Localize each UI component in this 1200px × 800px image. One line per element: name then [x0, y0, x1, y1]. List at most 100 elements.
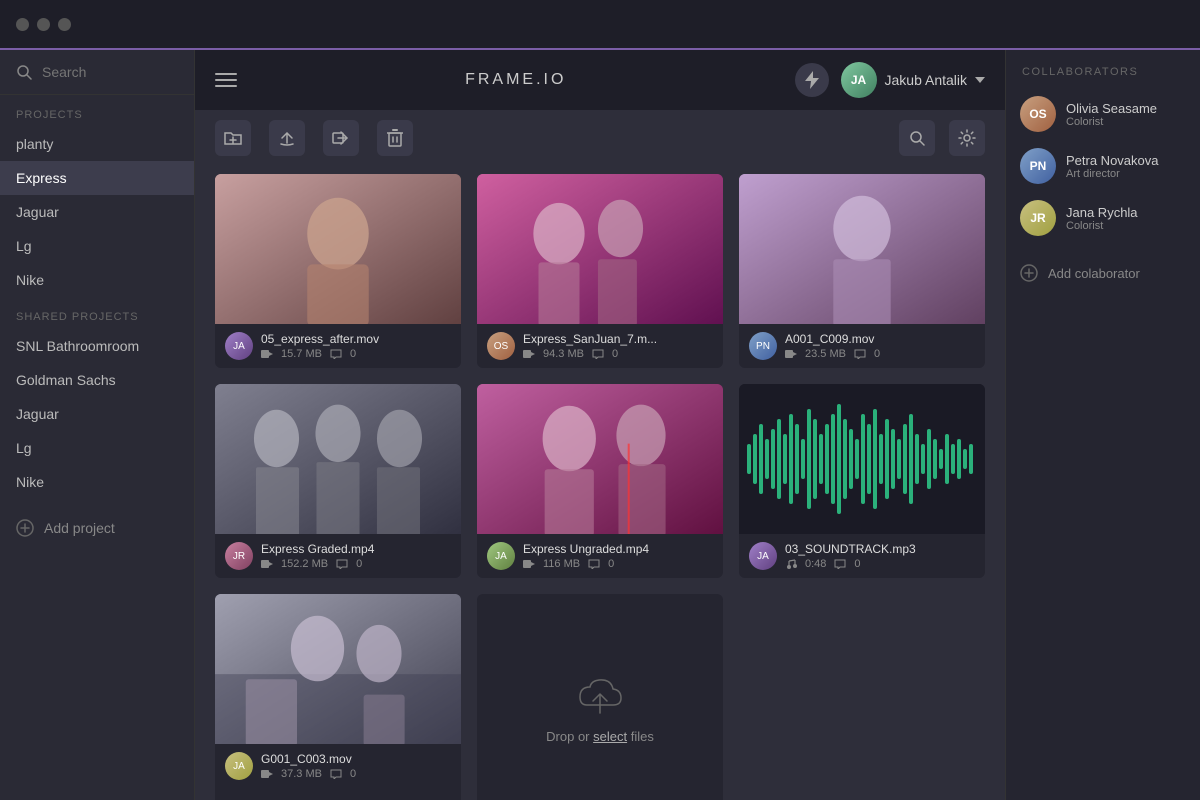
file-size-5: 116 MB	[543, 558, 580, 570]
titlebar	[0, 0, 1200, 50]
topbar-left	[215, 73, 237, 87]
maximize-button[interactable]	[58, 18, 71, 31]
file-info-1: JA 05_express_after.mov 15.7 MB 0	[215, 324, 461, 368]
sidebar-item-express[interactable]: Express	[0, 161, 194, 195]
file-name-6: 03_SOUNDTRACK.mp3	[785, 542, 975, 556]
collab-name-jana: Jana Rychla	[1066, 205, 1138, 220]
file-meta-1: 05_express_after.mov 15.7 MB 0	[261, 332, 451, 360]
toolbar-left	[215, 120, 413, 156]
file-avatar-7: JA	[225, 752, 253, 780]
comment-icon-1	[330, 349, 342, 359]
search-icon	[16, 64, 32, 80]
sidebar-item-nike[interactable]: Nike	[0, 263, 194, 297]
file-name-4: Express Graded.mp4	[261, 542, 451, 556]
comment-icon-7	[330, 769, 342, 779]
file-meta-6: 03_SOUNDTRACK.mp3 0:48 0	[785, 542, 975, 570]
file-details-1: 15.7 MB 0	[261, 348, 451, 360]
file-card-3[interactable]: PN A001_C009.mov 23.5 MB 0	[739, 174, 985, 368]
collaborator-olivia[interactable]: OS Olivia Seasame Colorist	[1006, 88, 1200, 140]
file-card-6[interactable]: JA 03_SOUNDTRACK.mp3 0:48 0	[739, 384, 985, 578]
comment-count-3: 0	[874, 348, 880, 360]
search-files-button[interactable]	[899, 120, 935, 156]
upload-drop-zone[interactable]: Drop or select files	[477, 594, 723, 800]
share-icon	[332, 130, 350, 146]
file-size-1: 15.7 MB	[281, 348, 322, 360]
search-bar	[0, 50, 194, 95]
sidebar-item-planty[interactable]: planty	[0, 127, 194, 161]
collab-info-olivia: Olivia Seasame Colorist	[1066, 101, 1157, 128]
topbar: FRAME.IO JA Jakub Antalik	[195, 50, 1005, 110]
trash-icon	[387, 129, 403, 147]
video-icon-7	[261, 769, 273, 779]
file-details-2: 94.3 MB 0	[523, 348, 713, 360]
share-button[interactable]	[323, 120, 359, 156]
sidebar-item-shared-nike[interactable]: Nike	[0, 465, 194, 499]
collab-name-petra: Petra Novakova	[1066, 153, 1159, 168]
upload-cloud-icon	[575, 675, 625, 719]
search-files-icon	[909, 130, 925, 146]
topbar-right: JA Jakub Antalik	[795, 62, 986, 98]
delete-button[interactable]	[377, 120, 413, 156]
add-collaborator-label: Add colaborator	[1048, 266, 1140, 281]
upload-button[interactable]	[269, 120, 305, 156]
main-content: FRAME.IO JA Jakub Antalik	[195, 50, 1005, 800]
file-size-4: 152.2 MB	[281, 558, 328, 570]
comment-icon-3	[854, 349, 866, 359]
user-menu[interactable]: JA Jakub Antalik	[841, 62, 986, 98]
sidebar-item-shared-jaguar[interactable]: Jaguar	[0, 397, 194, 431]
video-icon-4	[261, 559, 273, 569]
file-meta-3: A001_C009.mov 23.5 MB 0	[785, 332, 975, 360]
sidebar-item-lg[interactable]: Lg	[0, 229, 194, 263]
add-project-button[interactable]: Add project	[0, 507, 194, 549]
hamburger-menu-button[interactable]	[215, 73, 237, 87]
comment-count-5: 0	[608, 558, 614, 570]
sidebar-item-goldman[interactable]: Goldman Sachs	[0, 363, 194, 397]
minimize-button[interactable]	[37, 18, 50, 31]
file-name-2: Express_SanJuan_7.m...	[523, 332, 713, 346]
user-initials: JA	[851, 73, 866, 87]
file-name-5: Express Ungraded.mp4	[523, 542, 713, 556]
search-input[interactable]	[42, 64, 178, 80]
settings-button[interactable]	[949, 120, 985, 156]
file-grid: JA 05_express_after.mov 15.7 MB 0	[195, 166, 1005, 800]
file-size-7: 37.3 MB	[281, 768, 322, 780]
file-details-7: 37.3 MB 0	[261, 768, 451, 780]
add-collaborator-button[interactable]: Add colaborator	[1006, 252, 1200, 294]
comment-icon-5	[588, 559, 600, 569]
collab-avatar-petra: PN	[1020, 148, 1056, 184]
collaborator-jana[interactable]: JR Jana Rychla Colorist	[1006, 192, 1200, 244]
user-name: Jakub Antalik	[885, 72, 968, 88]
sidebar: PROJECTS planty Express Jaguar Lg Nike S…	[0, 50, 195, 800]
file-card-1[interactable]: JA 05_express_after.mov 15.7 MB 0	[215, 174, 461, 368]
thumb-image-2	[477, 174, 723, 324]
chevron-down-icon	[975, 77, 985, 83]
sidebar-item-snl[interactable]: SNL Bathroomroom	[0, 329, 194, 363]
waveform-svg	[739, 384, 985, 534]
select-files-link[interactable]: select	[593, 729, 627, 744]
file-thumbnail-3	[739, 174, 985, 324]
comment-icon-4	[336, 559, 348, 569]
collab-avatar-olivia: OS	[1020, 96, 1056, 132]
comment-count-4: 0	[356, 558, 362, 570]
file-card-2[interactable]: OS Express_SanJuan_7.m... 94.3 MB 0	[477, 174, 723, 368]
file-avatar-1: JA	[225, 332, 253, 360]
app-title: FRAME.IO	[465, 71, 566, 89]
sidebar-item-shared-lg[interactable]: Lg	[0, 431, 194, 465]
new-folder-button[interactable]	[215, 120, 251, 156]
sidebar-item-jaguar[interactable]: Jaguar	[0, 195, 194, 229]
video-icon-3	[785, 349, 797, 359]
file-card-7[interactable]: JA G001_C003.mov 37.3 MB 0	[215, 594, 461, 800]
add-project-label: Add project	[44, 520, 115, 536]
file-card-4[interactable]: JR Express Graded.mp4 152.2 MB 0	[215, 384, 461, 578]
settings-icon	[958, 129, 976, 147]
close-button[interactable]	[16, 18, 29, 31]
file-card-5[interactable]: JA Express Ungraded.mp4 116 MB 0	[477, 384, 723, 578]
collaborator-petra[interactable]: PN Petra Novakova Art director	[1006, 140, 1200, 192]
collab-role-olivia: Colorist	[1066, 116, 1157, 128]
video-icon-1	[261, 349, 273, 359]
file-name-1: 05_express_after.mov	[261, 332, 451, 346]
file-info-4: JR Express Graded.mp4 152.2 MB 0	[215, 534, 461, 578]
activity-button[interactable]	[795, 63, 829, 97]
audio-icon-6	[785, 559, 797, 569]
file-meta-2: Express_SanJuan_7.m... 94.3 MB 0	[523, 332, 713, 360]
